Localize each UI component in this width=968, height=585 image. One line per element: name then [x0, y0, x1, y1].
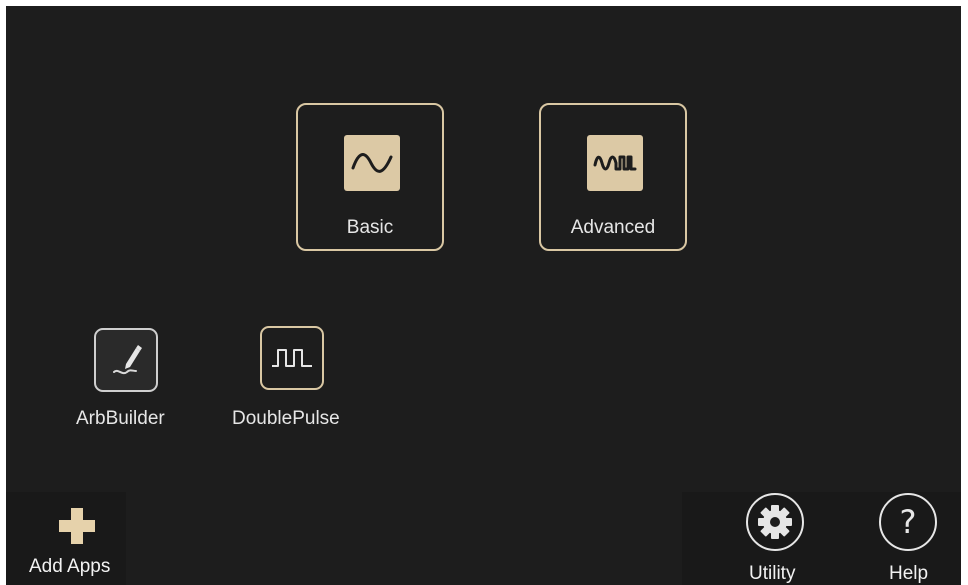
plus-icon — [59, 508, 95, 544]
help-button[interactable]: ? Help — [876, 493, 946, 585]
complex-wave-icon — [587, 135, 643, 191]
arbbuilder-label: ArbBuilder — [76, 408, 165, 429]
add-apps-label: Add Apps — [29, 556, 111, 577]
help-label: Help — [889, 563, 929, 584]
app-arbbuilder[interactable]: ArbBuilder — [76, 326, 186, 436]
gear-icon — [746, 493, 804, 551]
app-doublepulse[interactable]: DoublePulse — [232, 324, 356, 436]
add-apps-button[interactable]: Add Apps — [26, 498, 126, 585]
utility-button[interactable]: Utility — [742, 493, 812, 585]
utility-label: Utility — [749, 563, 796, 584]
pen-waveform-icon — [94, 328, 158, 392]
sine-wave-icon — [344, 135, 400, 191]
question-mark-icon: ? — [879, 493, 937, 551]
home-screen: Basic Advanced ArbBuilder DoublePulse Ad… — [6, 6, 961, 585]
basic-mode-label: Basic — [346, 217, 394, 238]
advanced-mode-tile[interactable]: Advanced — [539, 103, 687, 251]
doublepulse-label: DoublePulse — [232, 408, 340, 429]
advanced-mode-label: Advanced — [570, 217, 656, 238]
basic-mode-tile[interactable]: Basic — [296, 103, 444, 251]
double-pulse-icon — [260, 326, 324, 390]
